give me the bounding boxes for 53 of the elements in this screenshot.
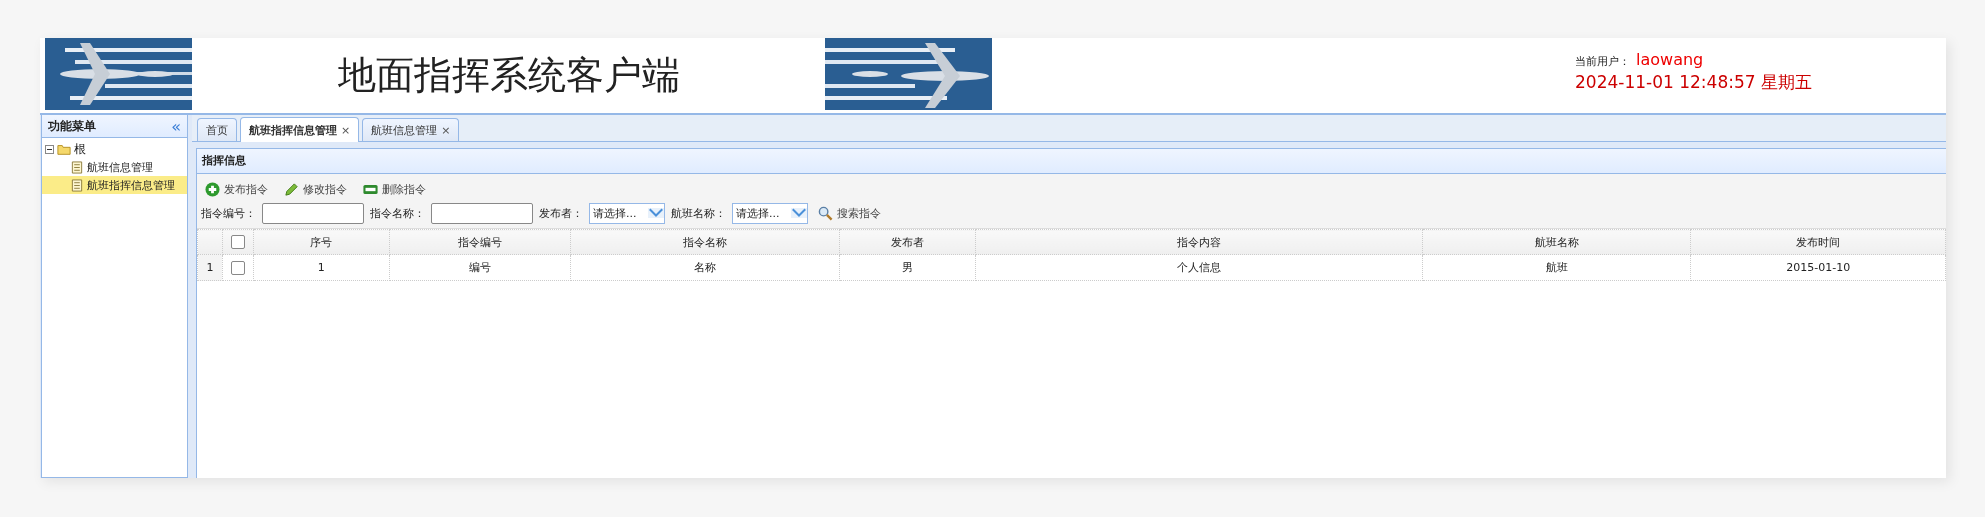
user-label: 当前用户： (1575, 54, 1630, 69)
tree-item[interactable]: 航班指挥信息管理 (42, 176, 187, 194)
table-cell: 名称 (570, 254, 840, 281)
caret-icon (791, 208, 807, 218)
panel-title: 指挥信息 (197, 148, 1946, 174)
tree-item[interactable]: 根 (42, 140, 187, 158)
table-cell: 编号 (389, 254, 571, 281)
plus-icon (205, 181, 220, 197)
filter-label: 航班名称： (671, 205, 726, 221)
folder-icon (57, 142, 71, 156)
column-header[interactable]: 发布者 (839, 229, 976, 255)
search-button[interactable]: 搜索指令 (814, 202, 885, 224)
filter-label: 指令名称： (370, 205, 425, 221)
column-header[interactable]: 指令编号 (389, 229, 571, 255)
row-number: 1 (197, 254, 223, 281)
column-header[interactable]: 指令名称 (570, 229, 840, 255)
close-tab-button[interactable]: × (341, 123, 351, 137)
collapse-button[interactable]: « (171, 116, 181, 136)
tab[interactable]: 航班指挥信息管理 × (240, 117, 360, 142)
date-time: 2024-11-01 12:48:57 星期五 (1575, 71, 1812, 94)
edit-button[interactable]: 修改指令 (280, 178, 351, 200)
column-header[interactable]: 发布时间 (1690, 229, 1946, 255)
table-cell: 个人信息 (975, 254, 1423, 281)
column-header[interactable]: 序号 (253, 229, 390, 255)
close-tab-button[interactable]: × (441, 123, 451, 137)
expand-toggle-icon[interactable] (45, 144, 54, 154)
pencil-icon (284, 181, 299, 197)
checkbox[interactable] (230, 235, 245, 249)
column-header[interactable]: 指令内容 (975, 229, 1423, 255)
input-field[interactable] (262, 202, 364, 224)
tree-item[interactable]: 航班信息管理 (42, 158, 187, 176)
select-field[interactable]: 请选择... (732, 202, 808, 224)
filter-label: 发布者： (539, 205, 583, 221)
app-title: 地面指挥系统客户端 (336, 52, 681, 99)
table-cell: 1 (253, 254, 390, 281)
add-button[interactable]: 发布指令 (201, 178, 272, 200)
tab[interactable]: 首页 (197, 118, 237, 141)
table-cell: 航班 (1422, 254, 1691, 281)
select-field[interactable]: 请选择... (589, 202, 665, 224)
user-name: laowang (1636, 50, 1704, 69)
tab[interactable]: 航班信息管理 × (362, 118, 460, 141)
table-cell: 男 (839, 254, 976, 281)
sidebar-title: 功能菜单 (48, 117, 96, 135)
checkbox[interactable] (230, 260, 245, 275)
table-cell: 2015-01-10 (1690, 254, 1946, 281)
document-icon (70, 178, 84, 192)
remove-button[interactable]: 删除指令 (359, 178, 430, 200)
document-icon (70, 160, 84, 174)
caret-icon (648, 208, 664, 218)
search-icon (818, 205, 833, 221)
column-header[interactable]: 航班名称 (1422, 229, 1691, 255)
input-field[interactable] (431, 202, 533, 224)
filter-label: 指令编号： (201, 205, 256, 221)
